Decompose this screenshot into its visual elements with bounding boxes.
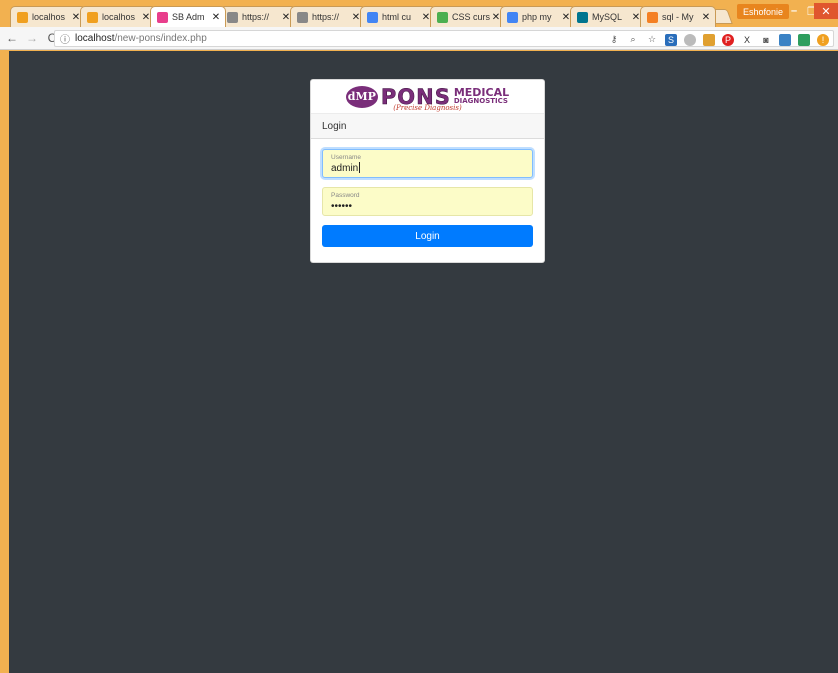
extension-alert-icon[interactable]: ! (817, 33, 829, 46)
tab-title: php my (522, 12, 552, 22)
extension-circle-icon[interactable] (684, 33, 696, 46)
bookmark-star-icon[interactable]: ☆ (646, 34, 658, 46)
password-value: •••••• (331, 201, 353, 212)
zoom-icon[interactable]: ⌕ (627, 34, 639, 46)
logo-medical: MEDICAL (453, 85, 510, 99)
xampp-icon (87, 11, 98, 23)
browser-tab[interactable]: CSS curs ✕ (430, 6, 506, 27)
username-field[interactable]: Username admin (322, 149, 533, 178)
username-label: Username (331, 154, 361, 161)
tab-title: localhos (32, 12, 66, 22)
forward-icon[interactable]: → (24, 31, 40, 45)
stackoverflow-icon (647, 11, 658, 23)
tab-close-icon[interactable]: ✕ (700, 12, 712, 23)
minimize-icon[interactable]: – (785, 3, 803, 19)
extension-copy-icon[interactable] (798, 33, 810, 46)
w3-icon (437, 11, 448, 23)
url-host: localhost (75, 33, 115, 44)
google-icon (367, 11, 378, 23)
username-value: admin (331, 163, 359, 174)
tab-title: localhos (102, 12, 136, 22)
page-viewport: dMP PONS MEDICAL DIAGNOSTICS (Precise Di… (9, 51, 838, 673)
browser-tab[interactable]: sql - My ✕ (640, 6, 716, 27)
profile-button[interactable]: Eshofonie (737, 4, 790, 19)
browser-toolbar: ← → C ⓘ localhost/new-pons/index.php ⚷ ⌕… (0, 27, 838, 50)
info-icon[interactable]: ⓘ (60, 31, 70, 46)
card-header: Login (311, 113, 544, 139)
extension-s-icon[interactable]: S (665, 33, 677, 46)
url-path: /new-pons/index.php (114, 33, 207, 44)
browser-tab[interactable]: html cu ✕ (360, 6, 436, 27)
text-caret (359, 162, 361, 173)
extension-new-icon[interactable] (779, 33, 791, 46)
back-icon[interactable]: ← (4, 31, 20, 45)
key-icon[interactable]: ⚷ (608, 34, 620, 46)
browser-tab[interactable]: https://✕ (220, 6, 296, 27)
page-icon (227, 11, 238, 23)
google-icon (507, 11, 518, 23)
tab-title: MySQL (592, 12, 623, 22)
tab-close-icon[interactable]: ✕ (210, 12, 222, 23)
address-bar[interactable]: ⓘ localhost/new-pons/index.php ⚷ ⌕ ☆ S P… (54, 30, 834, 47)
login-card: dMP PONS MEDICAL DIAGNOSTICS (Precise Di… (310, 79, 545, 263)
browser-tab[interactable]: SB Adm ✕ (150, 6, 226, 27)
browser-tab[interactable]: localhos ✕ (80, 6, 156, 27)
login-form: Username admin Password •••••• Login (311, 139, 544, 257)
tab-title: SB Adm (172, 12, 205, 22)
login-button[interactable]: Login (322, 225, 533, 247)
password-label: Password (331, 192, 360, 199)
brand-logo: dMP PONS MEDICAL DIAGNOSTICS (Precise Di… (311, 80, 544, 113)
xampp-icon (17, 11, 28, 23)
browser-tab-bar: Eshofonie – ❐ ✕ localhos ✕ localhos ✕ SB Adm… (0, 0, 838, 27)
mysql-icon (577, 11, 588, 23)
extension-icons: ⚷ ⌕ ☆ S P X ◙ ! (608, 31, 829, 48)
tab-title: https:// (242, 12, 270, 22)
logo-subtitle: MEDICAL DIAGNOSTICS (453, 85, 510, 106)
sb-admin-icon (157, 11, 168, 23)
extension-honey-icon[interactable] (703, 33, 715, 46)
password-field[interactable]: Password •••••• (322, 187, 533, 216)
tab-title: sql - My (662, 12, 694, 22)
tab-title: html cu (382, 12, 412, 22)
browser-tab[interactable]: localhos ✕ (10, 6, 86, 27)
pinterest-icon[interactable]: P (722, 33, 734, 46)
browser-tab[interactable]: MySQL ✕ (570, 6, 646, 27)
page-icon (297, 11, 308, 23)
screenshot-icon[interactable]: ◙ (760, 34, 772, 46)
window-close-icon[interactable]: ✕ (814, 3, 838, 19)
tab-title: https:// (312, 12, 340, 22)
logo-tagline: (Precise Diagnosis) (393, 104, 462, 112)
extension-x-icon[interactable]: X (741, 34, 753, 46)
browser-tab[interactable]: php my ✕ (500, 6, 576, 27)
tab-title: CSS curs (452, 12, 490, 22)
browser-tab[interactable]: https://✕ (290, 6, 366, 27)
